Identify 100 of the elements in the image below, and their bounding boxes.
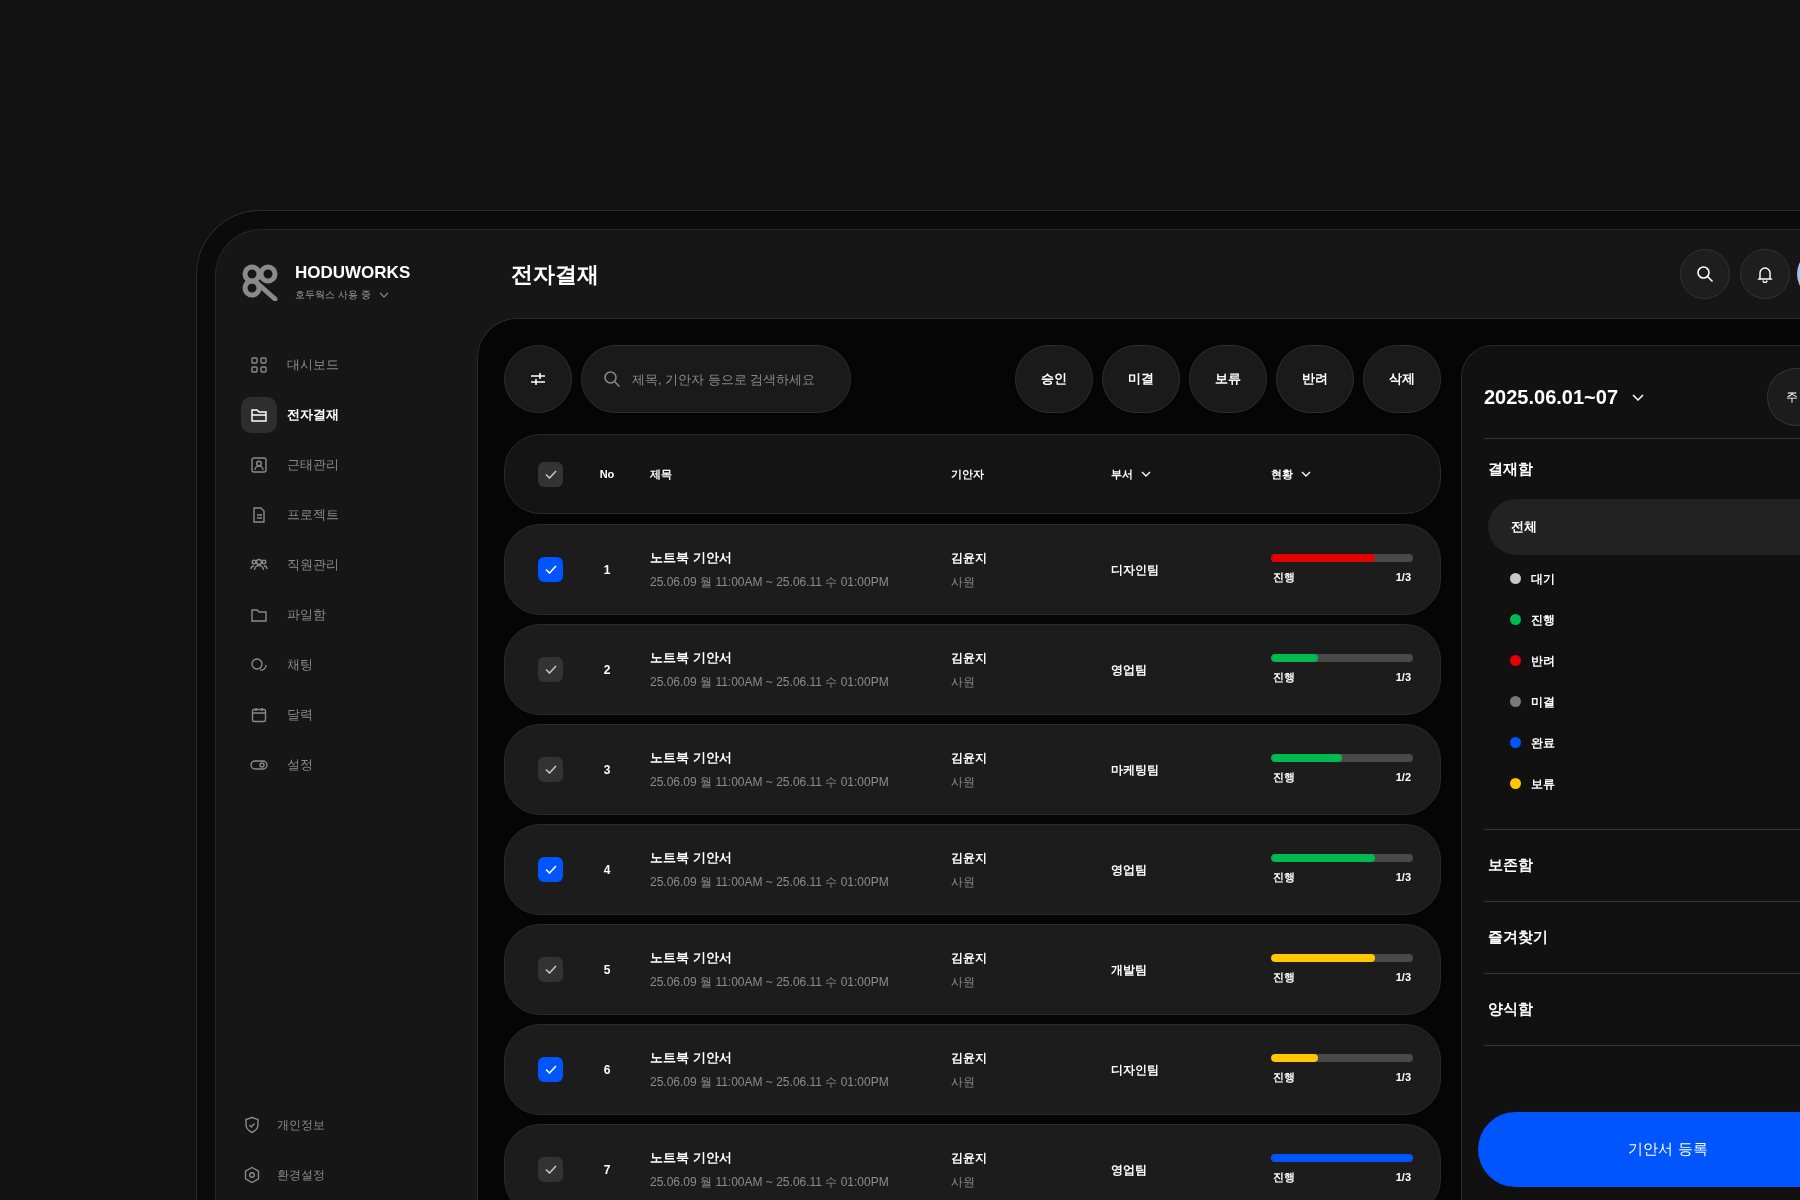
search-icon	[1696, 265, 1714, 283]
search-field[interactable]: 제목, 기안자 등으로 검색하세요	[581, 345, 851, 413]
document-period: 25.06.09 월 11:00AM ~ 25.06.11 수 01:00PM	[650, 774, 890, 792]
row-number: 3	[603, 761, 611, 779]
select-toggle[interactable]	[538, 557, 563, 582]
column-header[interactable]: 현황	[1271, 465, 1311, 483]
action-button[interactable]: 미결	[1102, 345, 1180, 413]
register-button[interactable]: 기안서 등록	[1478, 1112, 1800, 1187]
select-toggle[interactable]	[538, 957, 563, 982]
nav-item[interactable]: 개인정보	[237, 1100, 452, 1150]
nav-item[interactable]: 전자결재	[241, 390, 452, 440]
row-number: 1	[603, 561, 611, 579]
select-toggle[interactable]	[538, 461, 563, 487]
check-icon	[544, 1165, 557, 1174]
step-count: 1/3	[1395, 1169, 1411, 1185]
department: 디자인팀	[1111, 561, 1159, 579]
step-count: 1/3	[1395, 669, 1411, 685]
brand-name: HODUWORKS	[295, 261, 411, 284]
nav-item[interactable]: 파일함	[241, 590, 452, 640]
nav-item[interactable]: 채팅	[241, 640, 452, 690]
shield-icon	[243, 1116, 261, 1134]
table-row[interactable]: 4 노트북 기안서 25.06.09 월 11:00AM ~ 25.06.11 수 01:00PM 김윤지 사원 영업팀 진행 1/3	[504, 824, 1441, 915]
table-row[interactable]: 7 노트북 기안서 25.06.09 월 11:00AM ~ 25.06.11 수 01:00PM 김윤지 사원 영업팀 진행 1/3	[504, 1124, 1441, 1200]
check-icon	[544, 469, 557, 479]
chevron-down-icon	[1141, 471, 1151, 477]
column-header[interactable]: 제목	[650, 465, 672, 483]
chat-icon	[250, 656, 268, 674]
select-toggle[interactable]	[538, 757, 563, 782]
row-number: 5	[603, 961, 611, 979]
department: 영업팀	[1111, 1161, 1147, 1179]
chevron-down-icon	[1632, 393, 1645, 401]
period-button[interactable]: 주	[1767, 368, 1800, 426]
table-row[interactable]: 6 노트북 기안서 25.06.09 월 11:00AM ~ 25.06.11 수 01:00PM 김윤지 사원 디자인팀 진행 1/3	[504, 1024, 1441, 1115]
check-icon	[544, 965, 557, 974]
table-row[interactable]: 5 노트북 기안서 25.06.09 월 11:00AM ~ 25.06.11 수 01:00PM 김윤지 사원 개발팀 진행 1/3	[504, 924, 1441, 1015]
action-button[interactable]: 반려	[1276, 345, 1354, 413]
department: 마케팅팀	[1111, 761, 1159, 779]
drafter-name: 김윤지	[951, 949, 988, 967]
workspace-dropdown[interactable]: 호두웍스 사용 중	[295, 287, 411, 303]
document-period: 25.06.09 월 11:00AM ~ 25.06.11 수 01:00PM	[650, 1074, 890, 1092]
status-label: 진행	[1273, 969, 1295, 985]
nav-item[interactable]: 직원관리	[241, 540, 452, 590]
status-filter[interactable]: 보류	[1484, 763, 1800, 804]
select-toggle[interactable]	[538, 1157, 563, 1182]
status-label: 진행	[1273, 669, 1295, 685]
document-title: 노트북 기안서	[650, 648, 733, 667]
logo-icon	[241, 263, 279, 301]
table-row[interactable]: 2 노트북 기안서 25.06.09 월 11:00AM ~ 25.06.11 수 01:00PM 김윤지 사원 영업팀 진행 1/3	[504, 624, 1441, 715]
user-card-icon	[250, 456, 268, 474]
step-count: 1/3	[1395, 869, 1411, 885]
section-item[interactable]: 보존함	[1484, 830, 1800, 902]
document-icon	[250, 506, 268, 524]
hexagon-icon	[243, 1166, 261, 1184]
department: 영업팀	[1111, 861, 1147, 879]
status-filter[interactable]: 대기	[1484, 558, 1800, 599]
nav-item[interactable]: 근태관리	[241, 440, 452, 490]
status-label: 진행	[1273, 1069, 1295, 1085]
section-title: 결재함	[1488, 458, 1533, 479]
nav-item[interactable]: 달력	[241, 690, 452, 740]
section-item[interactable]: 양식함	[1484, 974, 1800, 1046]
step-count: 1/3	[1395, 1069, 1411, 1085]
table-row[interactable]: 3 노트북 기안서 25.06.09 월 11:00AM ~ 25.06.11 수 01:00PM 김윤지 사원 마케팅팀 진행 1/2	[504, 724, 1441, 815]
nav-item[interactable]: 환경설정	[237, 1150, 452, 1200]
status-filter[interactable]: 진행	[1484, 599, 1800, 640]
document-title: 노트북 기안서	[650, 1048, 733, 1067]
bell-icon	[1756, 265, 1774, 283]
check-icon	[544, 1065, 557, 1074]
drafter-rank: 사원	[951, 1073, 976, 1091]
column-header[interactable]: No	[599, 465, 615, 483]
table-row[interactable]: 1 노트북 기안서 25.06.09 월 11:00AM ~ 25.06.11 수 01:00PM 김윤지 사원 디자인팀 진행 1/3	[504, 524, 1441, 615]
row-number: 7	[603, 1161, 611, 1179]
select-toggle[interactable]	[538, 657, 563, 682]
column-header[interactable]: 기안자	[951, 465, 984, 483]
date-range-dropdown[interactable]: 2025.06.01~07	[1484, 382, 1645, 412]
status-filter[interactable]: 미결	[1484, 681, 1800, 722]
status-filter[interactable]: 반려	[1484, 640, 1800, 681]
nav-item[interactable]: 설정	[241, 740, 452, 790]
section-item[interactable]: 즐겨찾기	[1484, 902, 1800, 974]
action-button[interactable]: 보류	[1189, 345, 1267, 413]
document-period: 25.06.09 월 11:00AM ~ 25.06.11 수 01:00PM	[650, 874, 890, 892]
action-button[interactable]: 삭제	[1363, 345, 1441, 413]
row-number: 6	[603, 1061, 611, 1079]
status-filter[interactable]: 완료	[1484, 722, 1800, 763]
column-header[interactable]: 부서	[1111, 465, 1151, 483]
document-period: 25.06.09 월 11:00AM ~ 25.06.11 수 01:00PM	[650, 974, 890, 992]
filter-item[interactable]: 전체	[1488, 499, 1800, 555]
drafter-name: 김윤지	[951, 1049, 988, 1067]
sliders-icon	[530, 372, 546, 386]
document-title: 노트북 기안서	[650, 1148, 733, 1167]
action-button[interactable]: 승인	[1015, 345, 1093, 413]
notification-button[interactable]	[1740, 249, 1790, 299]
search-button[interactable]	[1680, 249, 1730, 299]
nav-item[interactable]: 대시보드	[241, 340, 452, 390]
nav-item[interactable]: 프로젝트	[241, 490, 452, 540]
department: 영업팀	[1111, 661, 1147, 679]
select-toggle[interactable]	[538, 857, 563, 882]
department: 디자인팀	[1111, 1061, 1159, 1079]
drafter-rank: 사원	[951, 673, 976, 691]
select-toggle[interactable]	[538, 1057, 563, 1082]
check-icon	[544, 665, 557, 674]
